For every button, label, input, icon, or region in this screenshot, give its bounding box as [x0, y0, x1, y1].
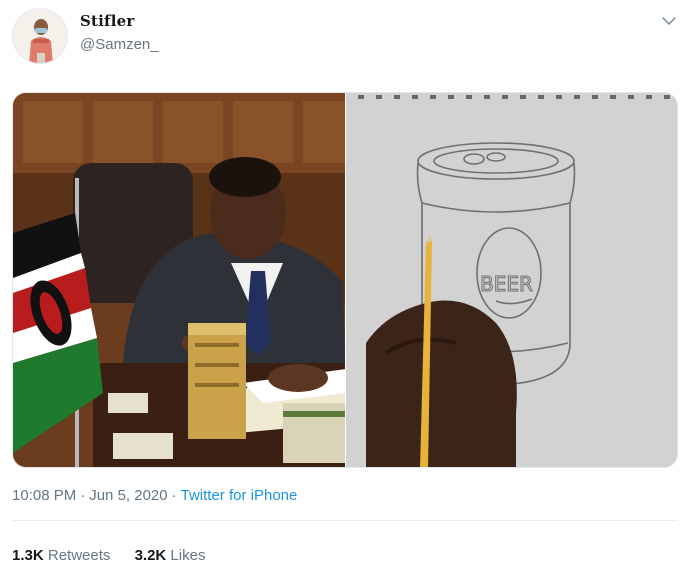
- drawing-beer-label: BEER: [480, 272, 533, 296]
- tweet-stats: 1.3K Retweets 3.2K Likes: [12, 547, 225, 564]
- tweet-media[interactable]: BEER: [12, 92, 678, 468]
- avatar-figure-icon: [13, 9, 67, 63]
- meta-separator: ·: [171, 487, 177, 504]
- retweets-label: Retweets: [47, 547, 111, 564]
- meta-separator: ·: [80, 487, 86, 504]
- retweets-count: 1.3K: [12, 547, 44, 564]
- tweet-time[interactable]: 10:08 PM: [12, 487, 76, 504]
- display-name[interactable]: Stifler: [80, 12, 134, 30]
- media-photo-right[interactable]: BEER: [346, 93, 678, 468]
- tweet-date[interactable]: Jun 5, 2020: [89, 487, 167, 504]
- likes-stat[interactable]: 3.2K Likes: [135, 547, 206, 564]
- retweets-stat[interactable]: 1.3K Retweets: [12, 547, 110, 564]
- tweet-source-link[interactable]: Twitter for iPhone: [181, 487, 298, 504]
- tweet: Stifler @Samzen_ BEER 10:08 PM · Jun 5, …: [0, 0, 688, 572]
- media-photo-left[interactable]: [13, 93, 346, 468]
- divider: [12, 520, 678, 521]
- username-handle[interactable]: @Samzen_: [80, 36, 159, 53]
- likes-count: 3.2K: [134, 547, 167, 564]
- chevron-down-icon[interactable]: [660, 12, 678, 30]
- likes-label: Likes: [170, 547, 206, 564]
- tweet-meta: 10:08 PM · Jun 5, 2020 · Twitter for iPhone: [12, 487, 297, 504]
- avatar[interactable]: [12, 8, 68, 64]
